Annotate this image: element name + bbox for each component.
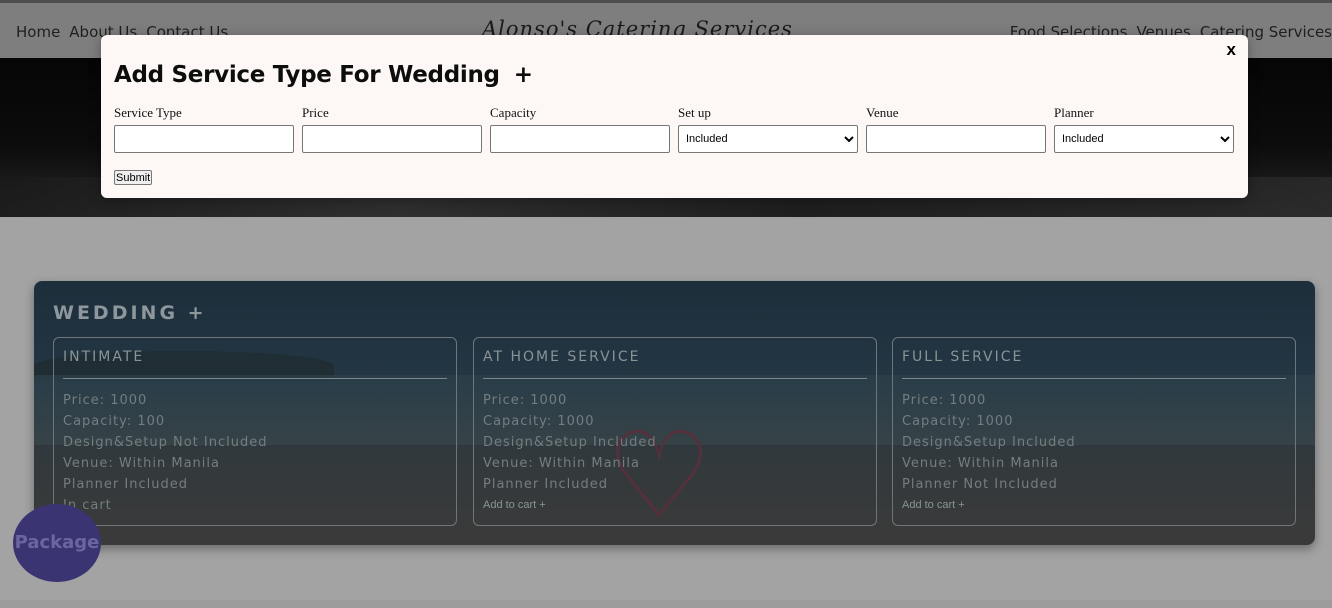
- wedding-section: ♡ WEDDING + INTIMATE Price: 1000 Capacit…: [34, 281, 1315, 545]
- wedding-title[interactable]: WEDDING +: [53, 302, 207, 324]
- card-title: AT HOME SERVICE: [483, 349, 641, 365]
- planner-select[interactable]: Included: [1054, 125, 1234, 153]
- submit-button[interactable]: Submit: [114, 170, 153, 185]
- add-to-cart-button[interactable]: Add to cart +: [483, 495, 657, 515]
- planner-field: Planner Included: [1054, 105, 1234, 153]
- card-title: INTIMATE: [63, 349, 145, 365]
- card-venue: Venue: Within Manila: [902, 456, 1059, 471]
- service-card-at-home: AT HOME SERVICE Price: 1000 Capacity: 10…: [473, 337, 877, 526]
- setup-select[interactable]: Included: [678, 125, 858, 153]
- nav-home-link[interactable]: Home: [16, 23, 60, 41]
- service-type-field: Service Type: [114, 105, 294, 153]
- card-divider: [483, 378, 867, 379]
- card-title: FULL SERVICE: [902, 349, 1024, 365]
- plus-icon[interactable]: +: [514, 62, 533, 88]
- card-in-cart-status: In cart: [63, 498, 112, 513]
- card-capacity: Capacity: 100: [63, 414, 166, 429]
- card-price: Price: 1000: [63, 393, 148, 408]
- card-divider: [902, 378, 1286, 379]
- field-label: Set up: [678, 105, 711, 120]
- card-details: Price: 1000 Capacity: 100 Design&Setup N…: [63, 390, 267, 516]
- card-capacity: Capacity: 1000: [483, 414, 595, 429]
- service-card-full: FULL SERVICE Price: 1000 Capacity: 1000 …: [892, 337, 1296, 526]
- price-input[interactable]: [302, 125, 482, 153]
- modal-title: Add Service Type For Wedding +: [114, 62, 533, 88]
- add-service-modal: x Add Service Type For Wedding + Service …: [101, 35, 1248, 198]
- setup-field: Set up Included: [678, 105, 858, 153]
- card-price: Price: 1000: [483, 393, 568, 408]
- card-capacity: Capacity: 1000: [902, 414, 1014, 429]
- card-details: Price: 1000 Capacity: 1000 Design&Setup …: [902, 390, 1076, 515]
- card-planner: Planner Included: [483, 477, 608, 492]
- add-to-cart-button[interactable]: Add to cart +: [902, 495, 1076, 515]
- service-card-intimate: INTIMATE Price: 1000 Capacity: 100 Desig…: [53, 337, 457, 526]
- card-venue: Venue: Within Manila: [63, 456, 220, 471]
- package-button[interactable]: Package: [13, 504, 101, 582]
- capacity-input[interactable]: [490, 125, 670, 153]
- card-price: Price: 1000: [902, 393, 987, 408]
- bottom-strip: [0, 600, 1332, 608]
- card-divider: [63, 378, 447, 379]
- field-label: Planner: [1054, 105, 1094, 120]
- close-icon[interactable]: x: [1227, 40, 1236, 60]
- field-label: Venue: [866, 105, 899, 120]
- venue-field: Venue: [866, 105, 1046, 153]
- venue-input[interactable]: [866, 125, 1046, 153]
- capacity-field: Capacity: [490, 105, 670, 153]
- card-details: Price: 1000 Capacity: 1000 Design&Setup …: [483, 390, 657, 515]
- card-setup: Design&Setup Included: [483, 435, 657, 450]
- card-setup: Design&Setup Included: [902, 435, 1076, 450]
- modal-title-text: Add Service Type For Wedding: [114, 62, 500, 88]
- card-planner: Planner Included: [63, 477, 188, 492]
- card-venue: Venue: Within Manila: [483, 456, 640, 471]
- field-label: Service Type: [114, 105, 182, 120]
- field-label: Capacity: [490, 105, 537, 120]
- price-field: Price: [302, 105, 482, 153]
- card-setup: Design&Setup Not Included: [63, 435, 268, 450]
- service-form-fields: Service Type Price Capacity Set up Inclu…: [114, 105, 1234, 153]
- card-planner: Planner Not Included: [902, 477, 1058, 492]
- service-type-input[interactable]: [114, 125, 294, 153]
- field-label: Price: [302, 105, 329, 120]
